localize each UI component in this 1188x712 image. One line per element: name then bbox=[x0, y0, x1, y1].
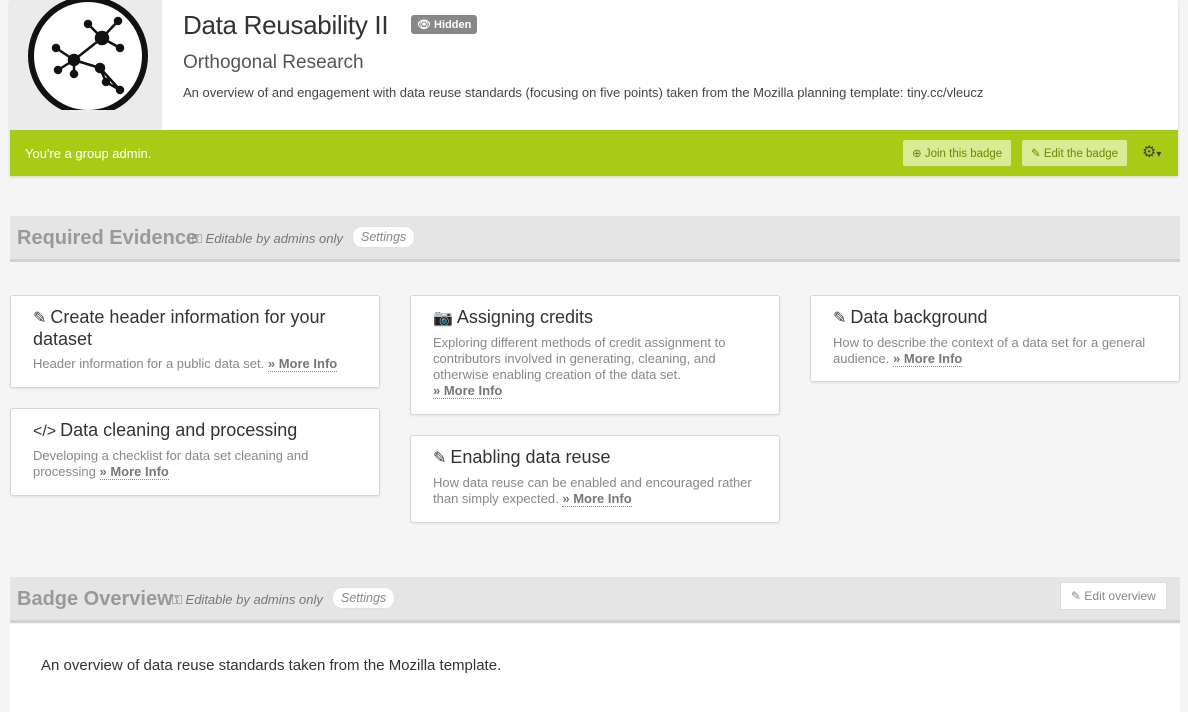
admin-notice: You're a group admin. bbox=[25, 146, 152, 161]
more-info-link[interactable]: » More Info bbox=[893, 351, 963, 367]
card-title: ✎ Enabling data reuse bbox=[433, 447, 611, 467]
pencil-icon: ✎ bbox=[33, 310, 47, 327]
badge-header: Data Reusability II 👁 Hidden Orthogonal … bbox=[10, 0, 1178, 176]
settings-button[interactable]: Settings bbox=[352, 226, 416, 248]
editable-note: ⚿ Editable by admins only bbox=[172, 592, 323, 607]
eye-slash-icon: 👁 bbox=[417, 19, 431, 31]
card-description: Exploring different methods of credit as… bbox=[433, 335, 726, 399]
organization-name[interactable]: Orthogonal Research bbox=[183, 52, 364, 74]
card-title: 📷 Assigning credits bbox=[433, 307, 593, 327]
join-badge-button[interactable]: ⊕ Join this badge bbox=[903, 140, 1012, 166]
section-title: Badge Overview bbox=[17, 588, 173, 610]
plus-circle-icon: ⊕ bbox=[912, 148, 922, 160]
required-evidence-header: Required Evidence ⚿ Editable by admins o… bbox=[10, 216, 1180, 262]
evidence-card[interactable]: </> Data cleaning and processing Developi… bbox=[10, 408, 380, 496]
admin-bar: You're a group admin. ⊕ Join this badge … bbox=[10, 130, 1178, 176]
pencil-icon: ✎ bbox=[1071, 589, 1082, 603]
card-description: Header information for a public data set… bbox=[33, 356, 338, 372]
evidence-card[interactable]: ✎ Create header information for your data… bbox=[10, 295, 380, 388]
card-description: How to describe the context of a data se… bbox=[833, 335, 1146, 367]
settings-dropdown[interactable]: ⚙▾ bbox=[1142, 142, 1161, 162]
edit-overview-button[interactable]: ✎ Edit overview bbox=[1060, 582, 1167, 610]
badge-description: An overview of and engagement with data … bbox=[183, 85, 984, 100]
code-icon: </> bbox=[33, 423, 57, 440]
caret-down-icon: ▾ bbox=[1156, 149, 1162, 160]
pencil-icon: ✎ bbox=[433, 450, 447, 467]
evidence-card[interactable]: ✎ Data background How to describe the con… bbox=[810, 295, 1180, 382]
card-title: ✎ Data background bbox=[833, 307, 988, 327]
camera-icon: 📷 bbox=[433, 310, 453, 327]
more-info-link[interactable]: » More Info bbox=[562, 491, 632, 507]
editable-note: ⚿ Editable by admins only bbox=[192, 231, 343, 246]
edit-badge-button[interactable]: ✎ Edit the badge bbox=[1022, 140, 1128, 166]
settings-button[interactable]: Settings bbox=[332, 587, 396, 609]
card-title: </> Data cleaning and processing bbox=[33, 420, 298, 440]
overview-panel: An overview of data reuse standards take… bbox=[10, 624, 1180, 712]
pencil-icon: ✎ bbox=[1031, 148, 1041, 160]
page-title: Data Reusability II bbox=[183, 10, 389, 40]
badge-logo bbox=[10, 0, 162, 130]
more-info-link[interactable]: » More Info bbox=[267, 356, 338, 372]
section-title: Required Evidence bbox=[17, 227, 198, 249]
card-description: Developing a checklist for data set clea… bbox=[33, 448, 309, 480]
evidence-card[interactable]: ✎ Enabling data reuse How data reuse can … bbox=[410, 435, 780, 523]
badge-overview-header: Badge Overview ⚿ Editable by admins only… bbox=[10, 577, 1180, 623]
overview-text: An overview of data reuse standards take… bbox=[41, 657, 502, 674]
pencil-icon: ✎ bbox=[833, 310, 847, 327]
key-icon: ⚿ bbox=[172, 592, 182, 607]
gear-icon: ⚙ bbox=[1142, 144, 1157, 161]
key-icon: ⚿ bbox=[192, 231, 202, 246]
more-info-link[interactable]: » More Info bbox=[433, 383, 503, 399]
network-logo-icon bbox=[28, 0, 148, 110]
hidden-status-badge: 👁 Hidden bbox=[411, 15, 478, 34]
card-title: ✎ Create header information for your data… bbox=[33, 307, 326, 349]
evidence-card[interactable]: 📷 Assigning credits Exploring different m… bbox=[410, 295, 780, 415]
more-info-link[interactable]: » More Info bbox=[99, 464, 169, 480]
card-description: How data reuse can be enabled and encour… bbox=[433, 475, 752, 507]
